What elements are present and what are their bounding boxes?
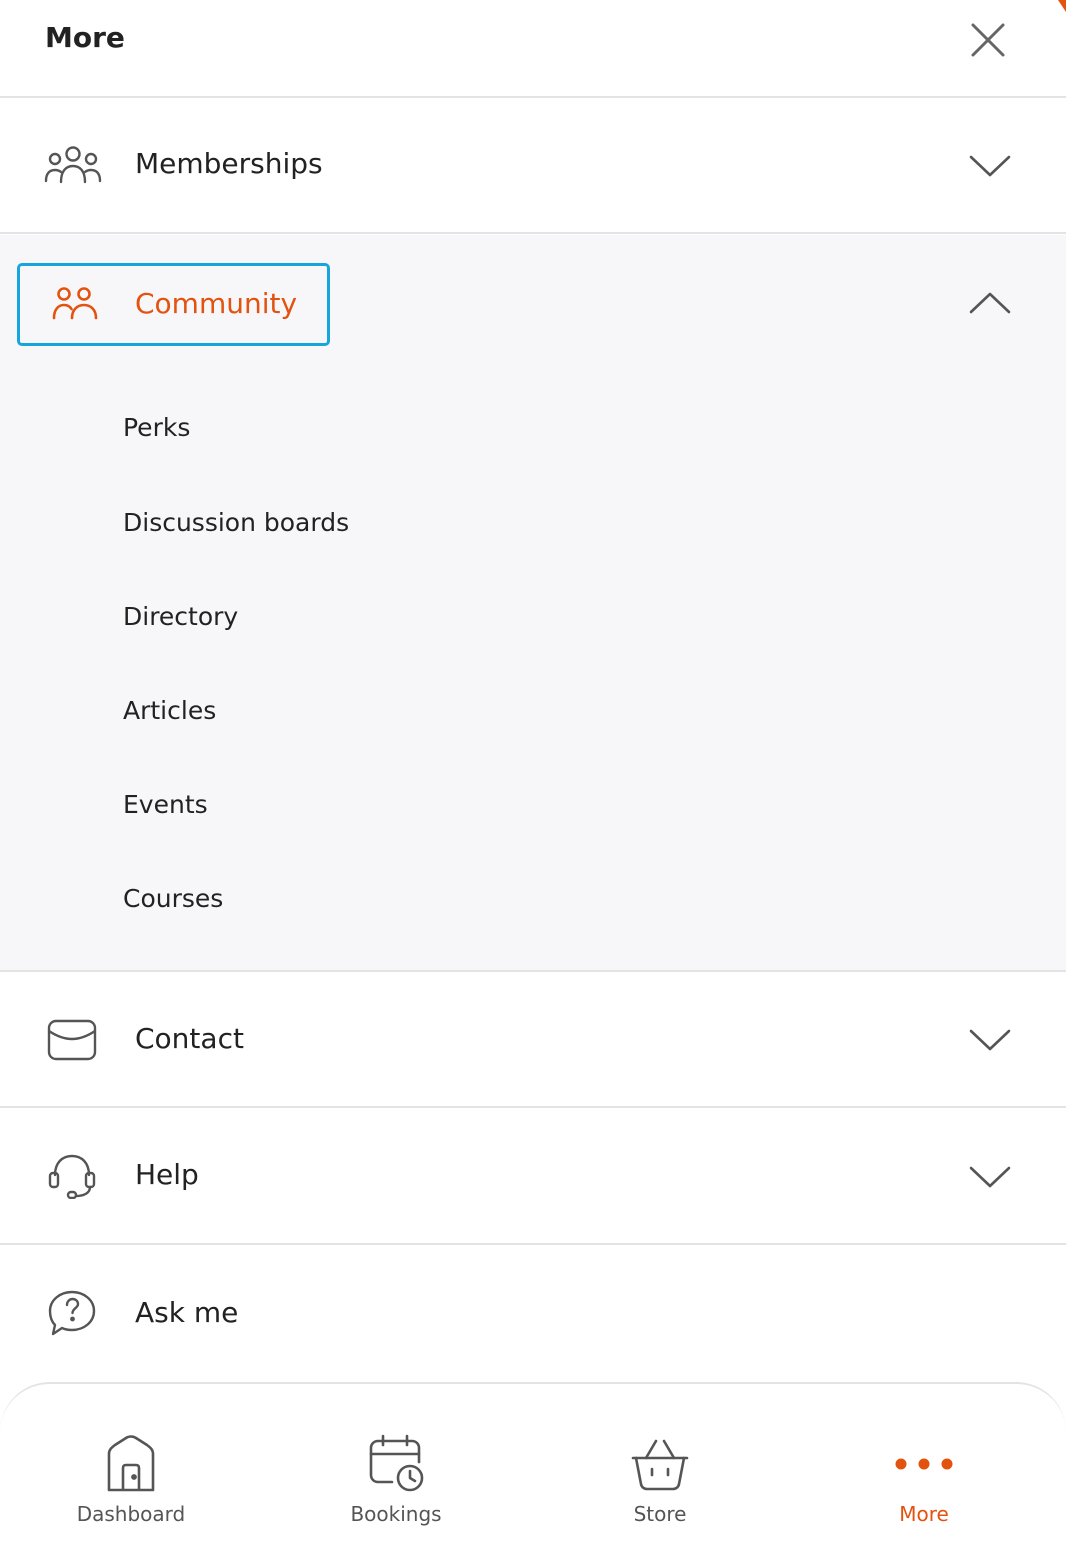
community-focus-box[interactable]: Community	[17, 263, 330, 346]
nav-item-store[interactable]: Store	[560, 1384, 760, 1567]
chevron-down-icon[interactable]	[968, 1163, 1012, 1191]
bottom-navigation: Dashboard Bookings Store More	[0, 1382, 1066, 1567]
submenu-item-discussion-boards[interactable]: Discussion boards	[123, 506, 349, 540]
chevron-up-icon[interactable]	[968, 289, 1012, 317]
contact-label: Contact	[135, 1022, 244, 1055]
envelope-icon	[47, 1019, 97, 1061]
page-title: More	[45, 21, 125, 54]
people-icon	[52, 287, 98, 320]
submenu-item-events[interactable]: Events	[123, 788, 208, 822]
nav-item-more[interactable]: More	[824, 1384, 1024, 1567]
close-button[interactable]	[966, 18, 1010, 62]
basket-icon	[631, 1439, 689, 1491]
menu-item-memberships[interactable]: Memberships	[0, 98, 1066, 234]
corner-accent-mark	[1058, 0, 1066, 12]
menu-item-help[interactable]: Help	[0, 1109, 1066, 1245]
nav-label-store: Store	[633, 1502, 687, 1526]
close-icon	[971, 23, 1005, 57]
community-section: Community Perks Discussion boards Direct…	[0, 235, 1066, 972]
submenu-item-courses[interactable]: Courses	[123, 882, 223, 916]
headset-icon	[48, 1154, 96, 1199]
menu-item-ask-me[interactable]: Ask me	[0, 1246, 1066, 1382]
header: More	[0, 0, 1066, 98]
group-icon	[44, 146, 102, 184]
nav-item-bookings[interactable]: Bookings	[296, 1384, 496, 1567]
menu-item-contact[interactable]: Contact	[0, 972, 1066, 1108]
help-label: Help	[135, 1158, 199, 1191]
community-label: Community	[135, 287, 298, 320]
submenu-item-articles[interactable]: Articles	[123, 694, 216, 728]
nav-label-bookings: Bookings	[350, 1502, 442, 1526]
nav-label-more: More	[899, 1502, 949, 1526]
chat-question-icon	[48, 1290, 96, 1336]
calendar-clock-icon	[369, 1434, 424, 1492]
more-dots-icon	[895, 1458, 953, 1470]
nav-label-dashboard: Dashboard	[76, 1502, 186, 1526]
chevron-down-icon[interactable]	[968, 152, 1012, 180]
submenu-item-directory[interactable]: Directory	[123, 600, 238, 634]
menu-item-community[interactable]: Community	[0, 235, 1066, 371]
chevron-down-icon[interactable]	[968, 1026, 1012, 1054]
memberships-label: Memberships	[135, 147, 323, 180]
ask-me-label: Ask me	[135, 1296, 239, 1329]
submenu-item-perks[interactable]: Perks	[123, 411, 190, 445]
nav-item-dashboard[interactable]: Dashboard	[31, 1384, 231, 1567]
home-icon	[107, 1435, 155, 1492]
